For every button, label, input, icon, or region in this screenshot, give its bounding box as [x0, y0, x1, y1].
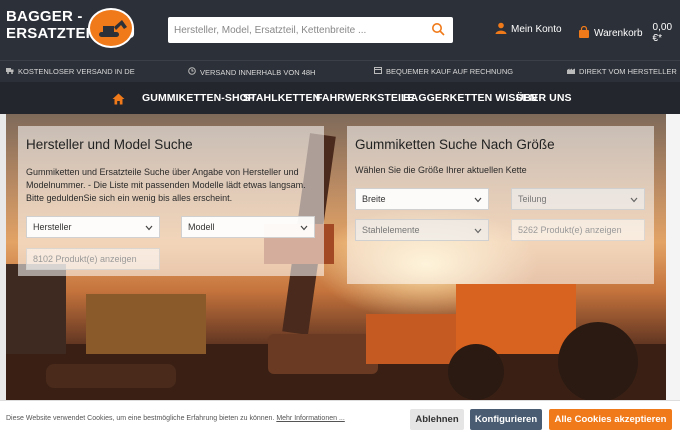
- main-navigation: GUMMIKETTEN-SHOP STAHLKETTEN FAHRWERKSTE…: [0, 82, 680, 114]
- usp-delivery-time: VERSAND INNERHALB VON 48H: [188, 67, 315, 77]
- page-edge: [666, 114, 680, 400]
- usp-manufacturer-text: DIREKT VOM HERSTELLER: [579, 67, 677, 76]
- width-select[interactable]: Breite: [355, 188, 489, 210]
- model-select[interactable]: Modell: [181, 216, 315, 238]
- cart-label: Warenkorb: [594, 27, 643, 39]
- chevron-down-icon: [630, 195, 638, 205]
- search-icon[interactable]: [431, 22, 447, 38]
- accept-all-cookies-button[interactable]: Alle Cookies akzeptieren: [549, 409, 672, 430]
- chevron-down-icon: [300, 223, 308, 233]
- cookie-more-info-link[interactable]: Mehr Informationen ...: [276, 415, 344, 422]
- nav-item-rubber-tracks[interactable]: GUMMIKETTEN-SHOP: [142, 92, 255, 104]
- account-link[interactable]: Mein Konto: [495, 22, 562, 37]
- decline-cookies-button[interactable]: Ablehnen: [410, 409, 464, 430]
- manufacturer-search-description: Gummiketten und Ersatzteile Suche über A…: [26, 167, 306, 203]
- nav-item-steel-tracks[interactable]: STAHLKETTEN: [243, 92, 320, 104]
- show-products-button[interactable]: 8102 Produkt(e) anzeigen: [26, 248, 160, 270]
- user-icon: [495, 22, 507, 37]
- cart-total: 0,00 €*: [652, 22, 673, 44]
- chevron-down-icon: [474, 195, 482, 205]
- hero-banner: Hersteller und Model Suche Gummiketten u…: [6, 114, 666, 400]
- factory-icon: [567, 67, 575, 76]
- manufacturer-select-value: Hersteller: [33, 222, 72, 232]
- account-label: Mein Konto: [511, 24, 562, 35]
- home-icon[interactable]: [112, 92, 125, 110]
- configure-cookies-button[interactable]: Konfigurieren: [470, 409, 542, 430]
- usp-invoice-text: BEQUEMER KAUF AUF RECHNUNG: [386, 67, 514, 76]
- manufacturer-select[interactable]: Hersteller: [26, 216, 160, 238]
- usp-shipping: KOSTENLOSER VERSAND IN DE: [6, 67, 135, 76]
- manufacturer-search-panel: Hersteller und Model Suche Gummiketten u…: [18, 126, 324, 276]
- search-bar: [168, 17, 453, 43]
- links-select-value: Stahlelemente: [362, 225, 420, 235]
- usp-bar: KOSTENLOSER VERSAND IN DE VERSAND INNERH…: [0, 60, 680, 82]
- size-search-title: Gummiketten Suche Nach Größe: [355, 137, 555, 152]
- pitch-select[interactable]: Teilung: [511, 188, 645, 210]
- nav-item-undercarriage[interactable]: FAHRWERKSTEILE: [316, 92, 415, 104]
- nav-item-about[interactable]: ÜBER UNS: [516, 92, 572, 104]
- usp-delivery-time-text: VERSAND INNERHALB VON 48H: [200, 67, 316, 77]
- size-search-description: Wählen Sie die Größe Ihrer aktuellen Ket…: [355, 165, 527, 175]
- cookie-text: Diese Website verwendet Cookies, um eine…: [6, 415, 345, 422]
- search-input[interactable]: [174, 17, 424, 43]
- excavator-logo-icon: [88, 8, 134, 48]
- chevron-down-icon: [145, 223, 153, 233]
- usp-manufacturer: DIREKT VOM HERSTELLER: [567, 67, 677, 76]
- manufacturer-search-title: Hersteller und Model Suche: [26, 137, 193, 152]
- model-select-value: Modell: [188, 222, 215, 232]
- cookie-message: Diese Website verwendet Cookies, um eine…: [6, 415, 275, 422]
- links-select[interactable]: Stahlelemente: [355, 219, 489, 241]
- width-select-value: Breite: [362, 194, 386, 204]
- size-search-panel: Gummiketten Suche Nach Größe Wählen Sie …: [347, 126, 654, 284]
- shopping-bag-icon: [578, 25, 590, 41]
- show-size-products-button[interactable]: 5262 Produkt(e) anzeigen: [511, 219, 645, 241]
- cookie-banner: Diese Website verwendet Cookies, um eine…: [0, 400, 680, 436]
- site-logo[interactable]: BAGGER - ERSATZTEILE.EU: [6, 8, 135, 50]
- usp-shipping-text: KOSTENLOSER VERSAND IN DE: [18, 67, 135, 76]
- usp-invoice: BEQUEMER KAUF AUF RECHNUNG: [374, 67, 513, 76]
- cart-link[interactable]: Warenkorb 0,00 €*: [578, 22, 680, 44]
- clock-icon: [188, 67, 196, 77]
- invoice-icon: [374, 67, 382, 76]
- pitch-select-value: Teilung: [518, 194, 547, 204]
- chevron-down-icon: [474, 226, 482, 236]
- truck-icon: [6, 67, 14, 76]
- site-header: BAGGER - ERSATZTEILE.EU Mein Konto Waren…: [0, 0, 680, 60]
